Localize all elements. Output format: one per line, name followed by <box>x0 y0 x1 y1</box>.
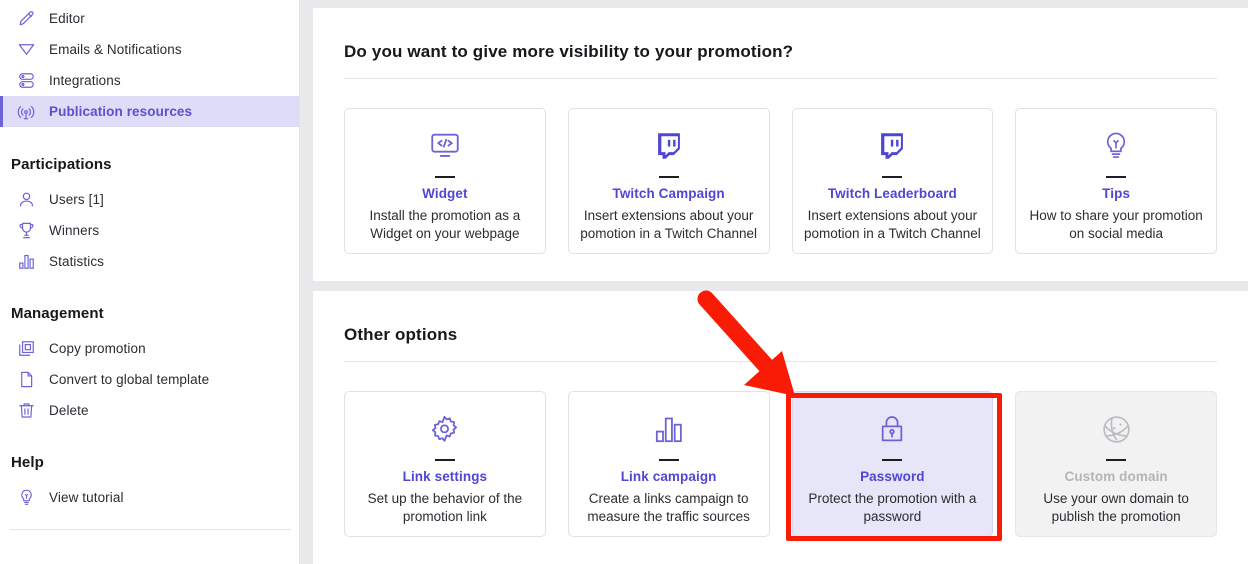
broadcast-antenna-icon <box>11 101 41 123</box>
card-title: Twitch Campaign <box>612 186 725 201</box>
sidebar-item-label: Publication resources <box>49 104 193 119</box>
sidebar-group-title-management: Management <box>11 305 104 322</box>
card-description: Set up the behavior of the promotion lin… <box>367 491 523 524</box>
sidebar-item-label: Integrations <box>49 73 121 88</box>
visibility-card-row: Widget Install the promotion as a Widget… <box>344 108 1217 254</box>
sidebar-item-label: Delete <box>49 403 89 418</box>
lock-icon <box>876 409 908 449</box>
card-description: Use your own domain to publish the promo… <box>1043 491 1189 524</box>
lightbulb-icon <box>1100 126 1132 166</box>
panel-heading-visibility: Do you want to give more visibility to y… <box>344 42 794 61</box>
sidebar-item-label: Statistics <box>49 254 105 269</box>
sidebar-nav-list: Editor Emails & Notifications Integratio… <box>0 0 299 127</box>
card-separator <box>434 176 455 178</box>
sidebar-item-integrations[interactable]: Integrations <box>0 65 299 96</box>
card-twitch-campaign[interactable]: Twitch Campaign Insert extensions about … <box>567 108 770 254</box>
sidebar-item-label: Editor <box>49 11 85 26</box>
card-description: Install the promotion as a Widget on you… <box>369 208 521 241</box>
lightbulb-icon <box>11 487 41 509</box>
card-title: Tips <box>1102 186 1131 201</box>
card-description: Create a links campaign to measure the t… <box>587 491 750 524</box>
card-password[interactable]: Password Protect the promotion with a pa… <box>791 391 994 537</box>
other-options-card-row: Link settings Set up the behavior of the… <box>344 391 1217 537</box>
sidebar-group-help: View tutorial <box>0 482 299 513</box>
sidebar-item-publication-resources[interactable]: Publication resources <box>0 96 299 127</box>
card-separator <box>1106 459 1127 461</box>
card-title: Link campaign <box>620 469 717 484</box>
card-tips[interactable]: Tips How to share your promotion on soci… <box>1015 108 1217 254</box>
twitch-icon <box>875 126 909 166</box>
card-description: Insert extensions about your pomotion in… <box>803 208 981 241</box>
visibility-panel: Do you want to give more visibility to y… <box>313 8 1248 281</box>
card-description: How to share your promotion on social me… <box>1029 208 1203 241</box>
card-widget[interactable]: Widget Install the promotion as a Widget… <box>344 108 546 254</box>
panel-divider <box>344 78 1217 79</box>
sidebar-item-statistics[interactable]: Statistics <box>0 246 299 277</box>
sidebar-item-emails-notifications[interactable]: Emails & Notifications <box>0 34 299 65</box>
server-stack-icon <box>11 70 41 92</box>
paper-plane-icon <box>11 39 41 61</box>
sidebar-item-label: View tutorial <box>49 490 124 505</box>
trophy-icon <box>11 220 41 242</box>
card-title: Link settings <box>402 469 488 484</box>
card-title: Widget <box>422 186 468 201</box>
sidebar-item-label: Users [1] <box>49 192 104 207</box>
globe-icon <box>1100 409 1133 449</box>
pencil-icon <box>11 8 41 30</box>
card-link-settings[interactable]: Link settings Set up the behavior of the… <box>344 391 546 537</box>
sidebar-footer-divider <box>10 529 291 530</box>
sidebar-item-convert-to-global-template[interactable]: Convert to global template <box>0 364 299 395</box>
sidebar-group-title-help: Help <box>11 454 44 471</box>
card-custom-domain: Custom domain Use your own domain to pub… <box>1015 391 1217 537</box>
sidebar-item-label: Emails & Notifications <box>49 42 182 57</box>
sidebar-item-editor[interactable]: Editor <box>0 3 299 34</box>
card-separator <box>658 176 679 178</box>
card-title: Password <box>860 469 925 484</box>
card-separator <box>434 459 455 461</box>
card-description: Protect the promotion with a password <box>808 491 977 524</box>
sidebar-item-users[interactable]: Users [1] <box>0 184 299 215</box>
app-root: Editor Emails & Notifications Integratio… <box>0 0 1248 564</box>
card-separator <box>882 176 903 178</box>
user-icon <box>11 189 41 211</box>
other-options-panel: Other options Link settings Set up the b… <box>313 291 1248 564</box>
sidebar-item-winners[interactable]: Winners <box>0 215 299 246</box>
card-link-campaign[interactable]: Link campaign Create a links campaign to… <box>567 391 770 537</box>
code-monitor-icon <box>428 126 462 166</box>
sidebar-item-view-tutorial[interactable]: View tutorial <box>0 482 299 513</box>
sidebar-group-title-participations: Participations <box>11 156 112 173</box>
sidebar-group-management: Copy promotion Convert to global templat… <box>0 333 299 426</box>
trash-icon <box>11 400 41 422</box>
document-icon <box>11 369 41 391</box>
card-separator <box>882 459 903 461</box>
copy-icon <box>11 338 41 360</box>
sidebar-item-copy-promotion[interactable]: Copy promotion <box>0 333 299 364</box>
bar-chart-icon <box>652 409 685 449</box>
card-twitch-leaderboard[interactable]: Twitch Leaderboard Insert extensions abo… <box>791 108 994 254</box>
card-separator <box>658 459 679 461</box>
card-description: Insert extensions about your pomotion in… <box>580 208 758 241</box>
sidebar-group-participations: Users [1] Winners Statistics <box>0 184 299 277</box>
sidebar-item-label: Winners <box>49 223 100 238</box>
card-title: Custom domain <box>1064 469 1168 484</box>
sidebar-item-label: Convert to global template <box>49 372 210 387</box>
bar-chart-icon <box>11 251 41 273</box>
card-separator <box>1106 176 1127 178</box>
gear-icon <box>428 409 461 449</box>
panel-heading-other-options: Other options <box>344 325 458 344</box>
sidebar: Editor Emails & Notifications Integratio… <box>0 0 300 564</box>
twitch-icon <box>652 126 686 166</box>
sidebar-item-delete[interactable]: Delete <box>0 395 299 426</box>
sidebar-item-label: Copy promotion <box>49 341 146 356</box>
card-title: Twitch Leaderboard <box>827 186 957 201</box>
panel-divider <box>344 361 1217 362</box>
